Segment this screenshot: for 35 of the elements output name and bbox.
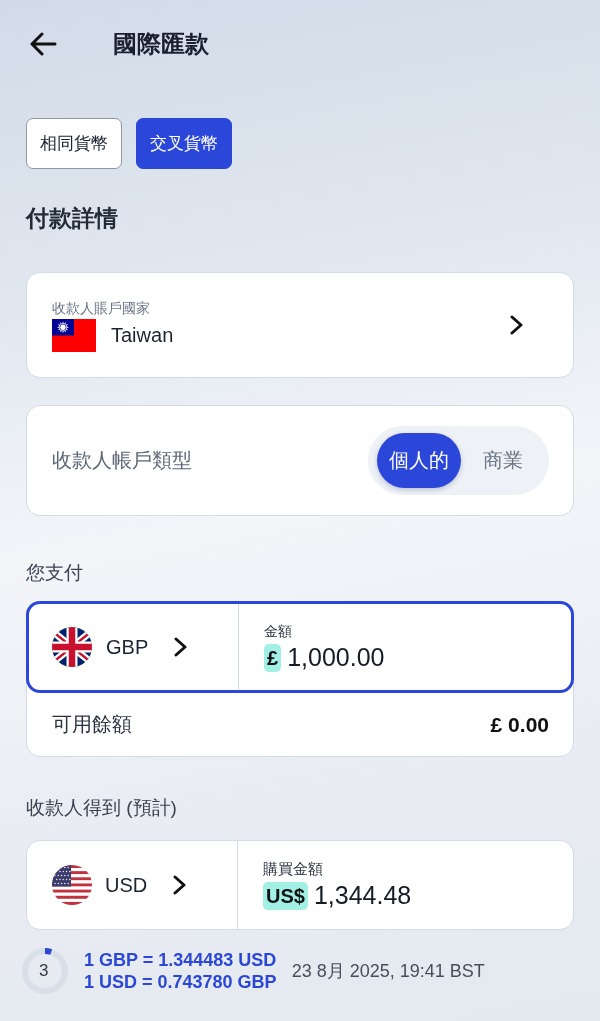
currency-mode-tab[interactable]: 相同貨幣 <box>26 118 122 169</box>
field-label: 收款人帳戶類型 <box>52 448 192 473</box>
country-name: Taiwan <box>111 323 174 347</box>
exchange-rate: 1 USD = 0.743780 GBP <box>84 971 277 993</box>
chevron-right-icon <box>174 637 188 657</box>
chevron-right-icon <box>173 875 187 895</box>
currency-mode-tab[interactable]: 交叉貨幣 <box>136 118 232 169</box>
countdown-number: 3 <box>39 960 49 982</box>
balance-value: £ 0.00 <box>490 712 549 737</box>
section-heading: 您支付 <box>26 561 84 585</box>
field-label: 購買金額 <box>263 860 323 878</box>
section-heading: 付款詳情 <box>26 204 118 233</box>
uk-flag-icon <box>52 627 92 667</box>
account-type-option[interactable]: 商業 <box>461 433 545 488</box>
account-type-option[interactable]: 個人的 <box>377 433 461 488</box>
currency-selector[interactable]: USD <box>27 841 237 929</box>
amount-input[interactable]: 1,344.48 <box>313 881 420 910</box>
exchange-rate: 1 GBP = 1.344483 USD <box>84 949 277 971</box>
taiwan-flag-icon <box>52 318 96 352</box>
field-label: 收款人賬戶國家 <box>52 298 150 317</box>
balance-label: 可用餘額 <box>52 712 132 737</box>
page-title: 國際匯款 <box>113 29 209 59</box>
countdown-timer-icon <box>22 948 68 994</box>
currency-symbol-badge: US$ <box>263 881 308 910</box>
back-arrow-icon <box>30 32 57 56</box>
amount-input[interactable]: 1,000.00 <box>287 643 393 672</box>
country-selector[interactable]: 收款人賬戶國家 Taiwan <box>26 272 574 378</box>
rate-timestamp: 23 8月 2025, 19:41 BST <box>291 960 485 983</box>
section-heading: 收款人得到 (預計) <box>26 796 178 820</box>
field-label: 金額 <box>264 622 292 640</box>
chevron-right-icon <box>510 315 524 335</box>
us-flag-icon <box>52 865 92 905</box>
currency-symbol-badge: £ <box>264 643 282 672</box>
currency-selector[interactable]: GBP <box>29 604 238 690</box>
back-button[interactable] <box>30 32 57 56</box>
